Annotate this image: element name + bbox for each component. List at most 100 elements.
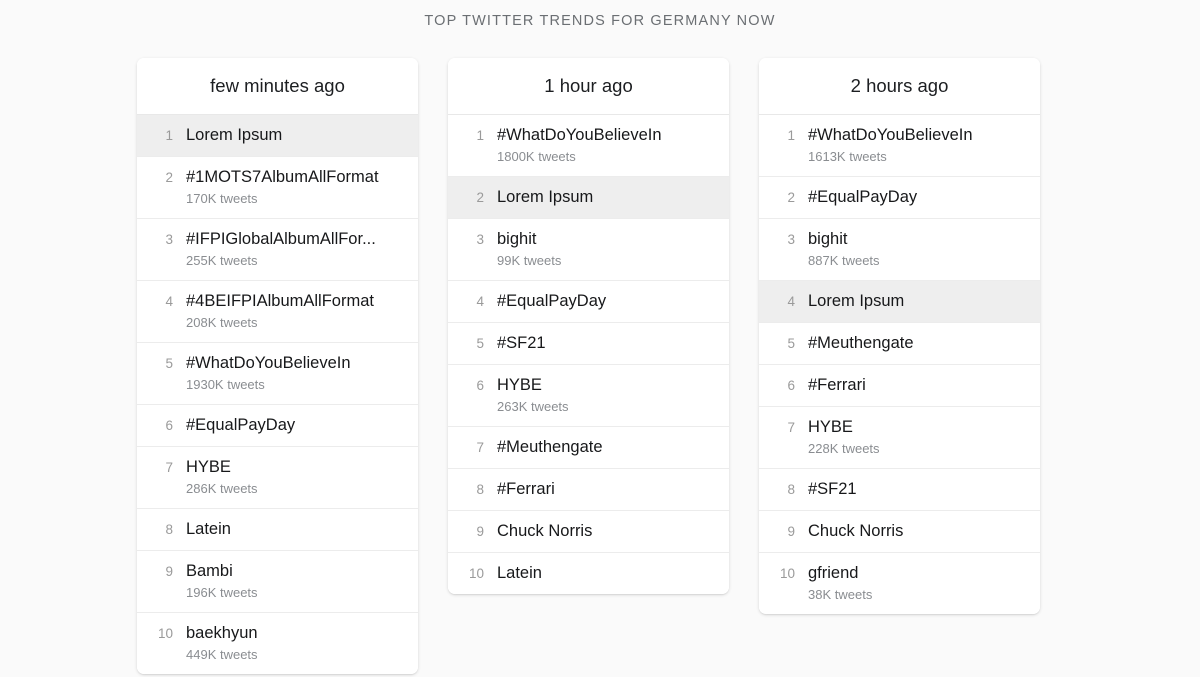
- card-header-one-hour-ago: 1 hour ago: [448, 58, 729, 115]
- trend-row[interactable]: 5 #WhatDoYouBelieveIn 1930K tweets: [137, 343, 418, 405]
- trend-name[interactable]: baekhyun: [186, 623, 404, 644]
- trend-rank: 2: [476, 190, 484, 205]
- trend-rank: 2: [787, 190, 795, 205]
- trend-tweet-count: 255K tweets: [186, 253, 258, 268]
- trend-rank: 8: [165, 522, 173, 537]
- trend-rank: 4: [476, 294, 484, 309]
- trend-row[interactable]: 2 #1MOTS7AlbumAllFormat 170K tweets: [137, 157, 418, 219]
- trend-body: #1MOTS7AlbumAllFormat 170K tweets: [173, 167, 404, 208]
- trend-body: #WhatDoYouBelieveIn 1800K tweets: [484, 125, 715, 166]
- trend-row[interactable]: 2 Lorem Ipsum: [448, 177, 729, 219]
- trend-row[interactable]: 1 #WhatDoYouBelieveIn 1613K tweets: [759, 115, 1040, 177]
- card-header-few-minutes-ago: few minutes ago: [137, 58, 418, 115]
- trend-row[interactable]: 2 #EqualPayDay: [759, 177, 1040, 219]
- trend-name[interactable]: #Ferrari: [497, 479, 715, 500]
- trend-list-two-hours-ago: 1 #WhatDoYouBelieveIn 1613K tweets 2 #EqualP…: [759, 115, 1040, 614]
- trend-row[interactable]: 7 #Meuthengate: [448, 427, 729, 469]
- trend-name[interactable]: #IFPIGlobalAlbumAllFor...: [186, 229, 404, 250]
- trend-name[interactable]: Chuck Norris: [808, 521, 1026, 542]
- trend-name[interactable]: #Meuthengate: [497, 437, 715, 458]
- trend-rank: 6: [165, 418, 173, 433]
- trend-name[interactable]: bighit: [497, 229, 715, 250]
- trend-row[interactable]: 8 Latein: [137, 509, 418, 551]
- trend-name[interactable]: Bambi: [186, 561, 404, 582]
- trend-body: #Meuthengate: [795, 333, 1026, 354]
- trend-tweet-count: 208K tweets: [186, 315, 258, 330]
- trend-name[interactable]: Latein: [186, 519, 404, 540]
- trend-row[interactable]: 5 #Meuthengate: [759, 323, 1040, 365]
- trend-body: #Ferrari: [484, 479, 715, 500]
- trend-row[interactable]: 3 #IFPIGlobalAlbumAllFor... 255K tweets: [137, 219, 418, 281]
- trend-rank: 9: [787, 524, 795, 539]
- trend-rank: 5: [165, 356, 173, 371]
- card-header-title: 1 hour ago: [544, 75, 633, 96]
- trend-rank: 6: [787, 378, 795, 393]
- trend-name[interactable]: Lorem Ipsum: [186, 125, 404, 146]
- trend-name[interactable]: Lorem Ipsum: [808, 291, 1026, 312]
- trend-body: #WhatDoYouBelieveIn 1930K tweets: [173, 353, 404, 394]
- trend-row[interactable]: 5 #SF21: [448, 323, 729, 365]
- trend-name[interactable]: HYBE: [186, 457, 404, 478]
- trend-row[interactable]: 3 bighit 99K tweets: [448, 219, 729, 281]
- trend-row[interactable]: 10 gfriend 38K tweets: [759, 553, 1040, 614]
- trend-row[interactable]: 6 #EqualPayDay: [137, 405, 418, 447]
- trend-body: HYBE 228K tweets: [795, 417, 1026, 458]
- trend-rank: 4: [787, 294, 795, 309]
- trend-row[interactable]: 6 #Ferrari: [759, 365, 1040, 407]
- trend-row[interactable]: 8 #Ferrari: [448, 469, 729, 511]
- trend-rank: 3: [165, 232, 173, 247]
- trend-tweet-count: 1930K tweets: [186, 377, 265, 392]
- trend-rank: 5: [476, 336, 484, 351]
- trend-row[interactable]: 7 HYBE 286K tweets: [137, 447, 418, 509]
- trend-row[interactable]: 10 Latein: [448, 553, 729, 594]
- trend-name[interactable]: HYBE: [497, 375, 715, 396]
- trend-rank: 8: [476, 482, 484, 497]
- trend-row[interactable]: 9 Chuck Norris: [448, 511, 729, 553]
- trend-rank: 8: [787, 482, 795, 497]
- trend-row[interactable]: 4 Lorem Ipsum: [759, 281, 1040, 323]
- trend-name[interactable]: #EqualPayDay: [808, 187, 1026, 208]
- trend-body: #EqualPayDay: [484, 291, 715, 312]
- trend-row[interactable]: 8 #SF21: [759, 469, 1040, 511]
- trend-name[interactable]: HYBE: [808, 417, 1026, 438]
- trend-name[interactable]: #WhatDoYouBelieveIn: [186, 353, 404, 374]
- card-header-two-hours-ago: 2 hours ago: [759, 58, 1040, 115]
- trend-body: Latein: [484, 563, 715, 584]
- trend-name[interactable]: gfriend: [808, 563, 1026, 584]
- trend-rank: 3: [476, 232, 484, 247]
- trend-name[interactable]: #WhatDoYouBelieveIn: [808, 125, 1026, 146]
- trend-name[interactable]: #EqualPayDay: [186, 415, 404, 436]
- trend-body: HYBE 263K tweets: [484, 375, 715, 416]
- trend-name[interactable]: #Ferrari: [808, 375, 1026, 396]
- trend-name[interactable]: #SF21: [497, 333, 715, 354]
- trend-row[interactable]: 6 HYBE 263K tweets: [448, 365, 729, 427]
- trend-row[interactable]: 1 Lorem Ipsum: [137, 115, 418, 157]
- trend-name[interactable]: #EqualPayDay: [497, 291, 715, 312]
- trend-row[interactable]: 1 #WhatDoYouBelieveIn 1800K tweets: [448, 115, 729, 177]
- trend-name[interactable]: #4BEIFPIAlbumAllFormat: [186, 291, 404, 312]
- trend-name[interactable]: bighit: [808, 229, 1026, 250]
- trend-row[interactable]: 7 HYBE 228K tweets: [759, 407, 1040, 469]
- trend-row[interactable]: 3 bighit 887K tweets: [759, 219, 1040, 281]
- trend-name[interactable]: #1MOTS7AlbumAllFormat: [186, 167, 404, 188]
- trend-body: #Ferrari: [795, 375, 1026, 396]
- trend-row[interactable]: 4 #EqualPayDay: [448, 281, 729, 323]
- trend-body: #EqualPayDay: [795, 187, 1026, 208]
- trend-body: Lorem Ipsum: [173, 125, 404, 146]
- trend-body: #WhatDoYouBelieveIn 1613K tweets: [795, 125, 1026, 166]
- trend-name[interactable]: #WhatDoYouBelieveIn: [497, 125, 715, 146]
- trend-name[interactable]: #SF21: [808, 479, 1026, 500]
- trend-row[interactable]: 10 baekhyun 449K tweets: [137, 613, 418, 674]
- trend-card-two-hours-ago: 2 hours ago 1 #WhatDoYouBelieveIn 1613K twe…: [759, 58, 1040, 614]
- trend-rank: 4: [165, 294, 173, 309]
- trend-card-one-hour-ago: 1 hour ago 1 #WhatDoYouBelieveIn 1800K twee…: [448, 58, 729, 594]
- trend-rank: 10: [779, 566, 795, 581]
- trend-name[interactable]: Chuck Norris: [497, 521, 715, 542]
- trend-name[interactable]: #Meuthengate: [808, 333, 1026, 354]
- trend-row[interactable]: 9 Bambi 196K tweets: [137, 551, 418, 613]
- trend-name[interactable]: Lorem Ipsum: [497, 187, 715, 208]
- trend-row[interactable]: 4 #4BEIFPIAlbumAllFormat 208K tweets: [137, 281, 418, 343]
- trend-rank: 7: [476, 440, 484, 455]
- trend-name[interactable]: Latein: [497, 563, 715, 584]
- trend-row[interactable]: 9 Chuck Norris: [759, 511, 1040, 553]
